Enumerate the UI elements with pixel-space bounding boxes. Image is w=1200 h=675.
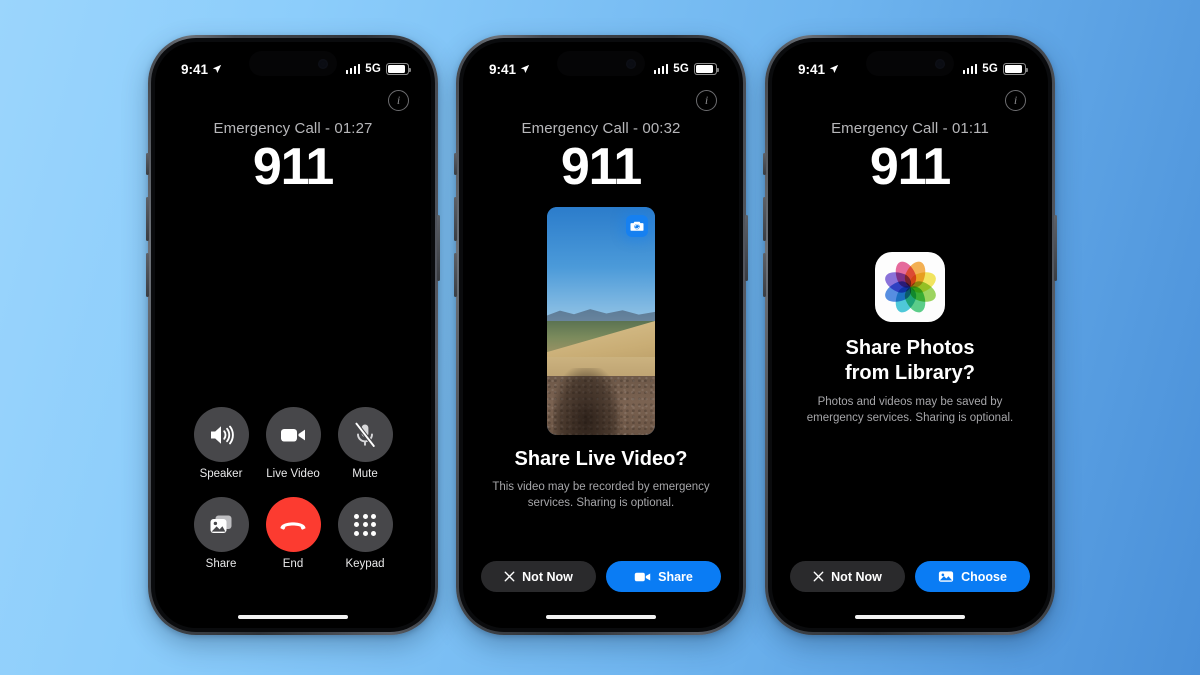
control-label: End: [282, 558, 304, 570]
power-button[interactable]: [1054, 215, 1057, 281]
silent-switch[interactable]: [454, 153, 457, 175]
control-label: Live Video: [266, 468, 320, 480]
call-status-label: Emergency Call - 01:11: [831, 120, 989, 137]
screenshot-stage: 9:41 5G i Emergency Call - 01:27 911 Spe…: [0, 0, 1200, 675]
video-icon: [634, 572, 651, 581]
close-x-icon: [813, 571, 824, 582]
control-label: Share: [205, 558, 237, 570]
speaker-icon: [210, 425, 234, 444]
control-mute[interactable]: Mute: [329, 407, 401, 480]
sheet-title: Share Live Video?: [514, 448, 688, 470]
call-number: 911: [252, 138, 334, 196]
share-label: Share: [658, 569, 693, 584]
end-call-icon: [280, 521, 306, 530]
cellular-bars-icon: [962, 64, 978, 74]
power-button[interactable]: [437, 215, 440, 281]
preview-shadow: [553, 368, 621, 435]
speaker-button[interactable]: [193, 407, 249, 462]
battery-icon: [694, 63, 719, 75]
mute-button[interactable]: [337, 407, 393, 462]
volume-down-button[interactable]: [454, 253, 457, 297]
sheet-actions: Not Now Share: [463, 561, 739, 592]
phone-3-screen: 9:41 5G i Emergency Call - 01:11 911 Sha…: [772, 42, 1048, 628]
sheet-title-line2: from Library?: [844, 362, 976, 384]
mic-muted-icon: [354, 421, 376, 448]
control-label: Keypad: [345, 558, 385, 570]
end-call-button[interactable]: [265, 497, 321, 552]
control-label: Mute: [352, 468, 378, 480]
not-now-button[interactable]: Not Now: [790, 561, 905, 592]
home-indicator[interactable]: [546, 614, 656, 619]
sheet-subtitle: This video may be recorded by emergency …: [492, 481, 710, 509]
camera-flip-glyph: [630, 221, 644, 231]
live-video-button[interactable]: [265, 407, 321, 462]
home-indicator[interactable]: [238, 614, 348, 619]
status-bar: 9:41 5G: [463, 42, 739, 86]
control-keypad[interactable]: Keypad: [329, 497, 401, 570]
battery-icon: [386, 63, 411, 75]
status-time: 9:41: [181, 61, 209, 77]
photos-stack-icon: [210, 515, 231, 533]
not-now-label: Not Now: [522, 569, 573, 584]
home-indicator[interactable]: [855, 614, 965, 619]
network-label: 5G: [365, 63, 381, 75]
location-arrow-icon: [829, 64, 839, 73]
status-time: 9:41: [798, 61, 826, 77]
location-arrow-icon: [212, 64, 222, 73]
status-time: 9:41: [489, 61, 517, 77]
camera-flip-icon[interactable]: [626, 215, 648, 237]
silent-switch[interactable]: [146, 153, 149, 175]
network-label: 5G: [673, 63, 689, 75]
phone-1: 9:41 5G i Emergency Call - 01:27 911 Spe…: [146, 35, 440, 635]
phone-3: 9:41 5G i Emergency Call - 01:11 911 Sha…: [763, 35, 1057, 635]
control-share[interactable]: Share: [185, 497, 257, 570]
call-number: 911: [560, 138, 642, 196]
keypad-button[interactable]: [337, 497, 393, 552]
sheet-subtitle: Photos and videos may be saved by emerge…: [806, 396, 1014, 424]
silent-switch[interactable]: [763, 153, 766, 175]
volume-up-button[interactable]: [454, 197, 457, 241]
control-live-video[interactable]: Live Video: [257, 407, 329, 480]
photos-pinwheel: [881, 258, 939, 316]
share-button[interactable]: [193, 497, 249, 552]
phone-1-screen: 9:41 5G i Emergency Call - 01:27 911 Spe…: [155, 42, 431, 628]
call-number: 911: [869, 138, 951, 196]
photos-app-icon: [875, 252, 945, 322]
status-bar: 9:41 5G: [155, 42, 431, 86]
close-x-icon: [504, 571, 515, 582]
not-now-label: Not Now: [831, 569, 882, 584]
network-label: 5G: [982, 63, 998, 75]
volume-up-button[interactable]: [146, 197, 149, 241]
info-circle-icon[interactable]: i: [388, 90, 409, 111]
video-icon: [281, 428, 305, 441]
share-video-button[interactable]: Share: [606, 561, 721, 592]
not-now-button[interactable]: Not Now: [481, 561, 596, 592]
control-label: Speaker: [199, 468, 243, 480]
volume-up-button[interactable]: [763, 197, 766, 241]
power-button[interactable]: [745, 215, 748, 281]
sheet-title-line1: Share Photos: [845, 337, 975, 359]
call-controls-grid: Speaker Live Video Mute Share End Keypad: [155, 407, 431, 570]
photo-icon: [938, 571, 954, 582]
control-speaker[interactable]: Speaker: [185, 407, 257, 480]
status-bar: 9:41 5G: [772, 42, 1048, 86]
location-arrow-icon: [520, 64, 530, 73]
volume-down-button[interactable]: [763, 253, 766, 297]
sheet-actions: Not Now Choose: [772, 561, 1048, 592]
live-video-preview[interactable]: [547, 207, 655, 435]
keypad-icon: [354, 513, 376, 536]
phone-2-screen: 9:41 5G i Emergency Call - 00:32 911 Sha…: [463, 42, 739, 628]
volume-down-button[interactable]: [146, 253, 149, 297]
cellular-bars-icon: [345, 64, 361, 74]
call-status-label: Emergency Call - 01:27: [213, 120, 373, 137]
choose-label: Choose: [961, 569, 1007, 584]
info-circle-icon[interactable]: i: [696, 90, 717, 111]
control-end[interactable]: End: [257, 497, 329, 570]
cellular-bars-icon: [653, 64, 669, 74]
call-status-label: Emergency Call - 00:32: [521, 120, 681, 137]
choose-photos-button[interactable]: Choose: [915, 561, 1030, 592]
info-circle-icon[interactable]: i: [1005, 90, 1026, 111]
phone-2: 9:41 5G i Emergency Call - 00:32 911 Sha…: [454, 35, 748, 635]
battery-icon: [1003, 63, 1028, 75]
